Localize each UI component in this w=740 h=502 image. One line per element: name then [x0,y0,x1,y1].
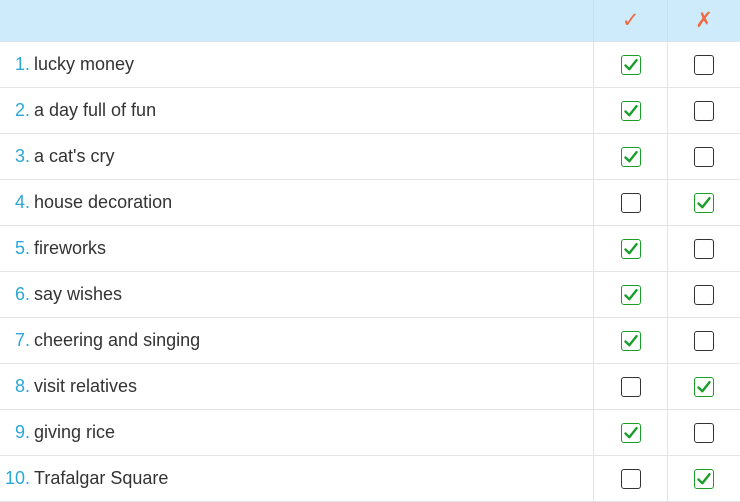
item-number: 9. [14,422,30,442]
statement-cell: 1. lucky money [0,42,593,87]
false-cell [667,364,740,409]
statement-cell: 10. Trafalgar Square [0,456,593,501]
statement-cell: 8. visit relatives [0,364,593,409]
statement-text: fireworks [34,238,107,258]
statement-text: giving rice [34,422,116,442]
false-checkbox[interactable] [694,192,715,213]
table-row: 10. Trafalgar Square [0,456,740,502]
false-checkbox[interactable] [694,330,715,351]
statement-text: house decoration [34,192,173,212]
statement-cell: 2. a day full of fun [0,88,593,133]
checkmark-icon [623,242,638,254]
true-checkbox[interactable] [620,468,641,489]
true-cell [593,272,667,317]
statement-text: a day full of fun [34,100,157,120]
table-row: 2. a day full of fun [0,88,740,134]
false-checkbox[interactable] [694,422,715,443]
false-checkbox[interactable] [694,376,715,397]
item-number: 5. [14,238,30,258]
true-cell [593,88,667,133]
true-checkbox[interactable] [620,238,641,259]
false-cell [667,456,740,501]
true-checkbox[interactable] [620,146,641,167]
checkmark-icon [623,104,638,116]
false-checkbox[interactable] [694,146,715,167]
statement-cell: 7. cheering and singing [0,318,593,363]
false-checkbox[interactable] [694,54,715,75]
checkmark-icon [623,150,638,162]
item-number: 8. [14,376,30,396]
false-cell [667,410,740,455]
true-checkbox[interactable] [620,422,641,443]
statement-text: say wishes [34,284,123,304]
statement-text: cheering and singing [34,330,201,350]
checkmark-icon [623,288,638,300]
true-cell [593,456,667,501]
item-number: 3. [14,146,30,166]
false-checkbox[interactable] [694,100,715,121]
item-number: 6. [14,284,30,304]
statement-text: visit relatives [34,376,138,396]
false-checkbox[interactable] [694,284,715,305]
checkmark-icon [623,58,638,70]
table-row: 9. giving rice [0,410,740,456]
false-mark-icon: ✗ [695,9,713,32]
table-header: ✓ ✗ [0,0,740,42]
true-cell [593,410,667,455]
statement-cell: 3. a cat's cry [0,134,593,179]
false-cell [667,272,740,317]
table-row: 7. cheering and singing [0,318,740,364]
item-number: 2. [14,100,30,120]
header-label-cell [0,0,593,41]
statement-cell: 4. house decoration [0,180,593,225]
false-cell [667,226,740,271]
checkmark-icon [623,334,638,346]
statement-cell: 6. say wishes [0,272,593,317]
true-checkbox[interactable] [620,100,641,121]
true-cell [593,180,667,225]
true-checkbox[interactable] [620,54,641,75]
checkmark-icon [623,426,638,438]
statement-cell: 9. giving rice [0,410,593,455]
true-mark-icon: ✓ [621,9,640,32]
true-cell [593,226,667,271]
true-cell [593,364,667,409]
false-cell [667,42,740,87]
statement-text: lucky money [34,54,135,74]
checkmark-icon [697,472,711,484]
true-checkbox[interactable] [620,330,641,351]
item-number: 7. [14,330,30,350]
item-number: 4. [14,192,30,212]
statement-text: a cat's cry [34,146,115,166]
false-checkbox[interactable] [694,238,715,259]
checkmark-icon [697,380,711,392]
true-cell [593,318,667,363]
table-row: 6. say wishes [0,272,740,318]
false-checkbox[interactable] [694,468,715,489]
table-body: 1. lucky money 2. a day full of fun 3. a… [0,42,740,502]
true-checkbox[interactable] [620,284,641,305]
true-checkbox[interactable] [620,192,641,213]
true-cell [593,42,667,87]
true-false-table: ✓ ✗ 1. lucky money 2. a day full of fun [0,0,740,502]
table-row: 4. house decoration [0,180,740,226]
false-cell [667,134,740,179]
checkmark-icon [697,196,711,208]
false-cell [667,88,740,133]
header-true-column: ✓ [593,0,667,41]
true-cell [593,134,667,179]
header-false-column: ✗ [667,0,740,41]
table-row: 1. lucky money [0,42,740,88]
true-checkbox[interactable] [620,376,641,397]
table-row: 5. fireworks [0,226,740,272]
statement-cell: 5. fireworks [0,226,593,271]
item-number: 1. [14,54,30,74]
false-cell [667,318,740,363]
item-number: 10. [4,468,30,488]
statement-text: Trafalgar Square [34,468,169,488]
table-row: 3. a cat's cry [0,134,740,180]
false-cell [667,180,740,225]
table-row: 8. visit relatives [0,364,740,410]
